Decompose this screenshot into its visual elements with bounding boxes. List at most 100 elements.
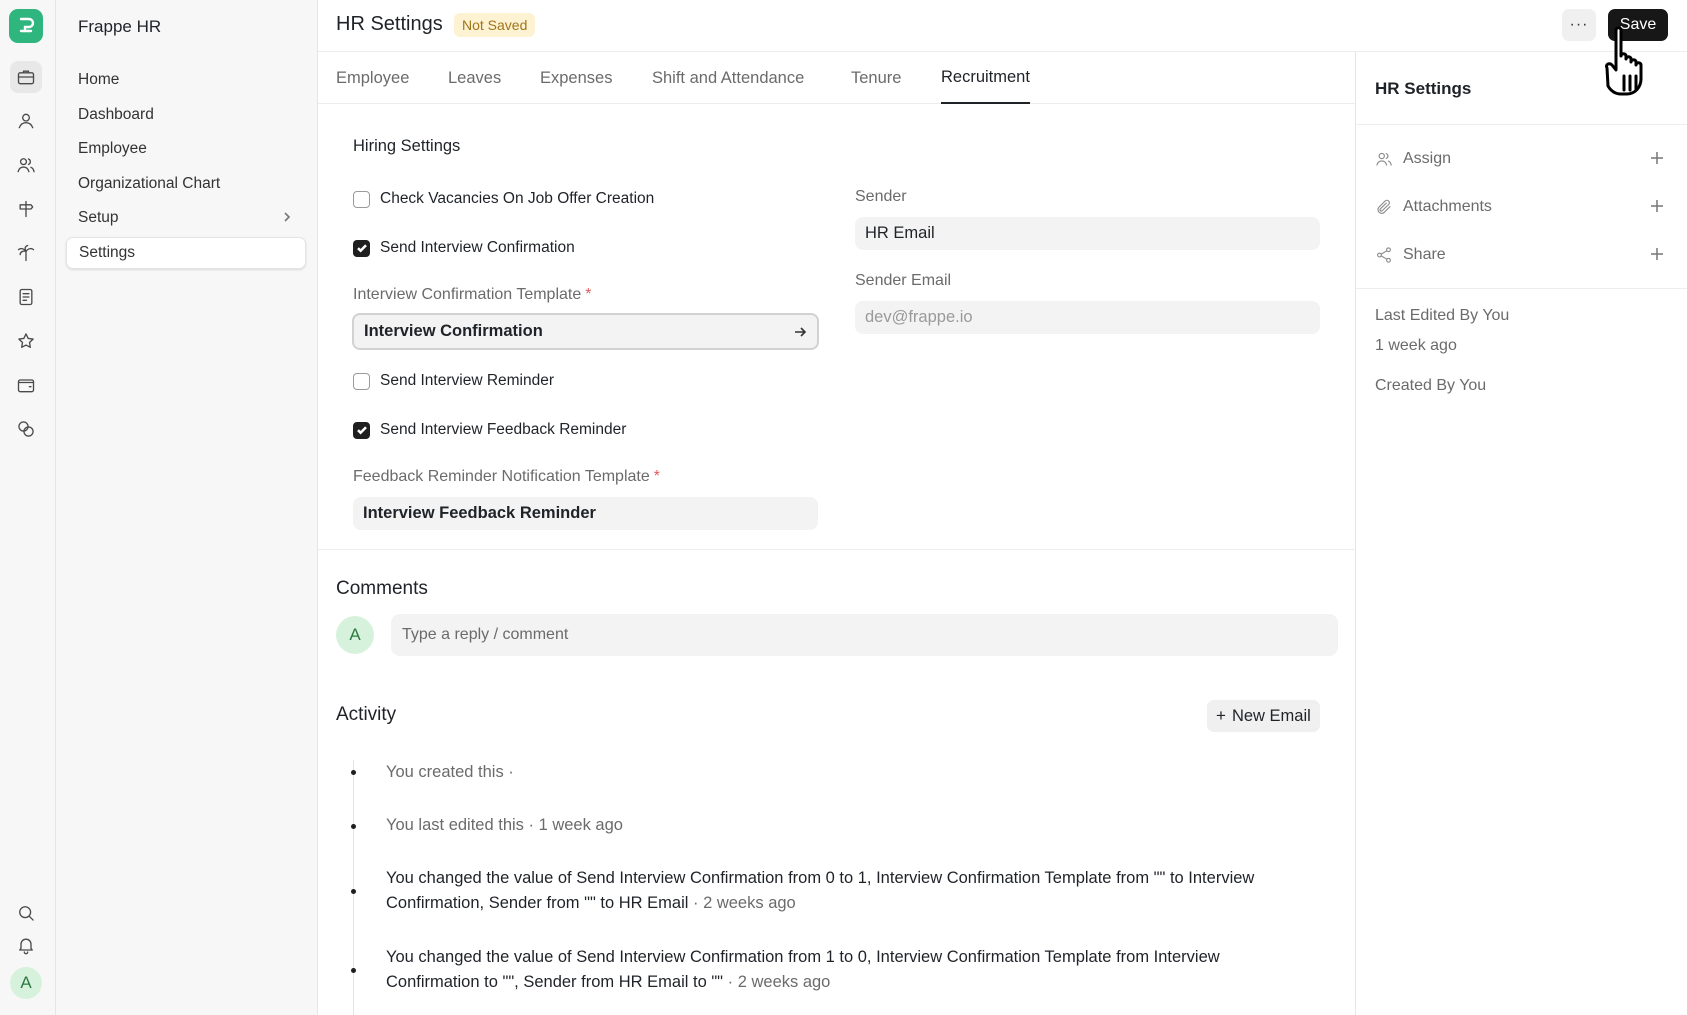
users-icon[interactable] bbox=[10, 149, 42, 181]
right-panel: HR Settings Assign Attachments Share Las… bbox=[1355, 52, 1687, 1015]
tab-shift-and-attendance[interactable]: Shift and Attendance bbox=[652, 52, 804, 104]
attachments-action[interactable]: Attachments bbox=[1375, 194, 1665, 220]
sidebar-item-organizational-chart[interactable]: Organizational Chart bbox=[66, 168, 306, 200]
checkbox-box[interactable] bbox=[353, 239, 370, 257]
sidebar-item-setup[interactable]: Setup bbox=[66, 202, 306, 234]
timeline-dot bbox=[351, 968, 356, 973]
sidebar-item-dashboard[interactable]: Dashboard bbox=[66, 99, 306, 131]
document-icon[interactable] bbox=[10, 281, 42, 313]
comment-avatar: A bbox=[336, 616, 374, 654]
sidebar-item-settings[interactable]: Settings bbox=[66, 236, 306, 269]
tab-leaves[interactable]: Leaves bbox=[448, 52, 501, 104]
required-mark: * bbox=[653, 468, 660, 485]
checkbox-box[interactable] bbox=[353, 372, 370, 390]
icon-rail: A bbox=[0, 0, 56, 1015]
timeline-dot bbox=[351, 889, 356, 894]
activity-line: Confirmation to "", Sender from HR Email… bbox=[386, 970, 1346, 995]
activity-line: Confirmation, Sender from "" to HR Email… bbox=[386, 891, 1346, 916]
share-action[interactable]: Share bbox=[1375, 242, 1665, 268]
assign-action[interactable]: Assign bbox=[1375, 146, 1665, 172]
frappe-hr-logo-icon[interactable] bbox=[9, 9, 43, 43]
new-email-button[interactable]: + New Email bbox=[1207, 700, 1320, 732]
sidebar-item-employee[interactable]: Employee bbox=[66, 133, 306, 165]
tab-recruitment[interactable]: Recruitment bbox=[941, 52, 1030, 104]
field-value: HR Email bbox=[865, 224, 935, 242]
sidebar-nav: Home Dashboard Employee Organizational C… bbox=[66, 64, 306, 271]
send-interview-feedback-reminder-checkbox[interactable]: Send Interview Feedback Reminder bbox=[353, 421, 626, 439]
plus-icon: + bbox=[1216, 706, 1226, 725]
signpost-icon[interactable] bbox=[10, 193, 42, 225]
sender-field[interactable]: HR Email bbox=[855, 217, 1320, 250]
checkbox-box[interactable] bbox=[353, 421, 370, 439]
check-icon bbox=[356, 244, 367, 253]
activity-item: You created this · bbox=[386, 763, 514, 781]
sender-email-field[interactable]: dev@frappe.io bbox=[855, 301, 1320, 334]
search-icon[interactable] bbox=[10, 897, 42, 929]
tab-expenses[interactable]: Expenses bbox=[540, 52, 612, 104]
feedback-reminder-template-field[interactable]: Interview Feedback Reminder bbox=[353, 497, 818, 530]
activity-title: Activity bbox=[336, 704, 397, 725]
activity-item: You last edited this · 1 week ago bbox=[386, 816, 623, 834]
panel-divider bbox=[1356, 124, 1687, 125]
comment-input[interactable]: Type a reply / comment bbox=[391, 614, 1338, 656]
share-icon bbox=[1377, 247, 1391, 263]
field-value: Interview Feedback Reminder bbox=[363, 504, 596, 522]
activity-line: You changed the value of Send Interview … bbox=[386, 869, 1255, 887]
sidebar-item-label: Dashboard bbox=[78, 105, 154, 123]
checkbox-label: Check Vacancies On Job Offer Creation bbox=[380, 190, 655, 207]
action-label: Assign bbox=[1403, 150, 1452, 167]
activity-timeline bbox=[353, 760, 354, 1015]
checkbox-label: Send Interview Feedback Reminder bbox=[380, 421, 627, 438]
hand-pointer-cursor-icon bbox=[1605, 26, 1643, 96]
arrow-right-icon[interactable] bbox=[793, 325, 807, 339]
app-title[interactable]: Frappe HR bbox=[78, 17, 161, 37]
sidebar-item-home[interactable]: Home bbox=[66, 64, 306, 96]
star-icon[interactable] bbox=[10, 325, 42, 357]
user-icon[interactable] bbox=[10, 105, 42, 137]
more-actions-button[interactable]: ··· bbox=[1562, 9, 1596, 41]
status-badge: Not Saved bbox=[454, 13, 536, 37]
sidebar: Frappe HR Home Dashboard Employee Organi… bbox=[56, 0, 318, 1015]
sidebar-item-label: Setup bbox=[78, 209, 119, 226]
action-label: Share bbox=[1403, 246, 1446, 263]
check-vacancies-checkbox[interactable]: Check Vacancies On Job Offer Creation bbox=[353, 190, 654, 208]
wallet-icon[interactable] bbox=[10, 369, 42, 401]
plus-icon[interactable] bbox=[1649, 198, 1665, 214]
activity-line: You changed the value of Send Interview … bbox=[386, 948, 1220, 966]
user-avatar[interactable]: A bbox=[10, 967, 42, 999]
section-title: Hiring Settings bbox=[353, 137, 461, 155]
activity-text: Confirmation, Sender from "" to HR Email bbox=[386, 894, 689, 912]
send-interview-reminder-checkbox[interactable]: Send Interview Reminder bbox=[353, 372, 554, 390]
briefcase-icon[interactable] bbox=[10, 61, 42, 93]
plus-icon[interactable] bbox=[1649, 150, 1665, 166]
checkbox-label: Send Interview Confirmation bbox=[380, 239, 575, 256]
new-email-label: New Email bbox=[1231, 706, 1311, 725]
send-interview-confirmation-checkbox[interactable]: Send Interview Confirmation bbox=[353, 239, 575, 257]
panel-divider bbox=[1356, 288, 1687, 289]
sender-email-label: Sender Email bbox=[855, 272, 952, 289]
sender-label: Sender bbox=[855, 188, 907, 205]
users-icon bbox=[1376, 152, 1392, 166]
activity-text: Confirmation to "", Sender from HR Email… bbox=[386, 973, 724, 991]
page-header: HR Settings Not Saved ··· Save bbox=[318, 0, 1687, 52]
tab-employee[interactable]: Employee bbox=[336, 52, 409, 104]
coins-icon[interactable] bbox=[10, 413, 42, 445]
activity-item: You changed the value of Send Interview … bbox=[386, 866, 1346, 916]
tab-tenure[interactable]: Tenure bbox=[851, 52, 901, 104]
timeline-dot bbox=[351, 770, 356, 775]
palm-tree-icon[interactable] bbox=[10, 237, 42, 269]
checkbox-box[interactable] bbox=[353, 190, 370, 208]
sidebar-item-label: Employee bbox=[78, 140, 147, 157]
interview-confirmation-template-field[interactable]: Interview Confirmation bbox=[352, 313, 819, 350]
field-label-text: Feedback Reminder Notification Template bbox=[353, 468, 650, 485]
field-value: Interview Confirmation bbox=[364, 322, 543, 340]
action-label: Attachments bbox=[1403, 198, 1492, 215]
created-by: Created By You bbox=[1375, 377, 1487, 394]
bell-icon[interactable] bbox=[10, 929, 42, 961]
last-edited-by: Last Edited By You bbox=[1375, 307, 1510, 324]
required-mark: * bbox=[585, 286, 592, 303]
panel-title: HR Settings bbox=[1375, 79, 1472, 98]
sidebar-item-label: Home bbox=[78, 71, 120, 88]
field-placeholder: dev@frappe.io bbox=[865, 308, 973, 326]
plus-icon[interactable] bbox=[1649, 246, 1665, 262]
